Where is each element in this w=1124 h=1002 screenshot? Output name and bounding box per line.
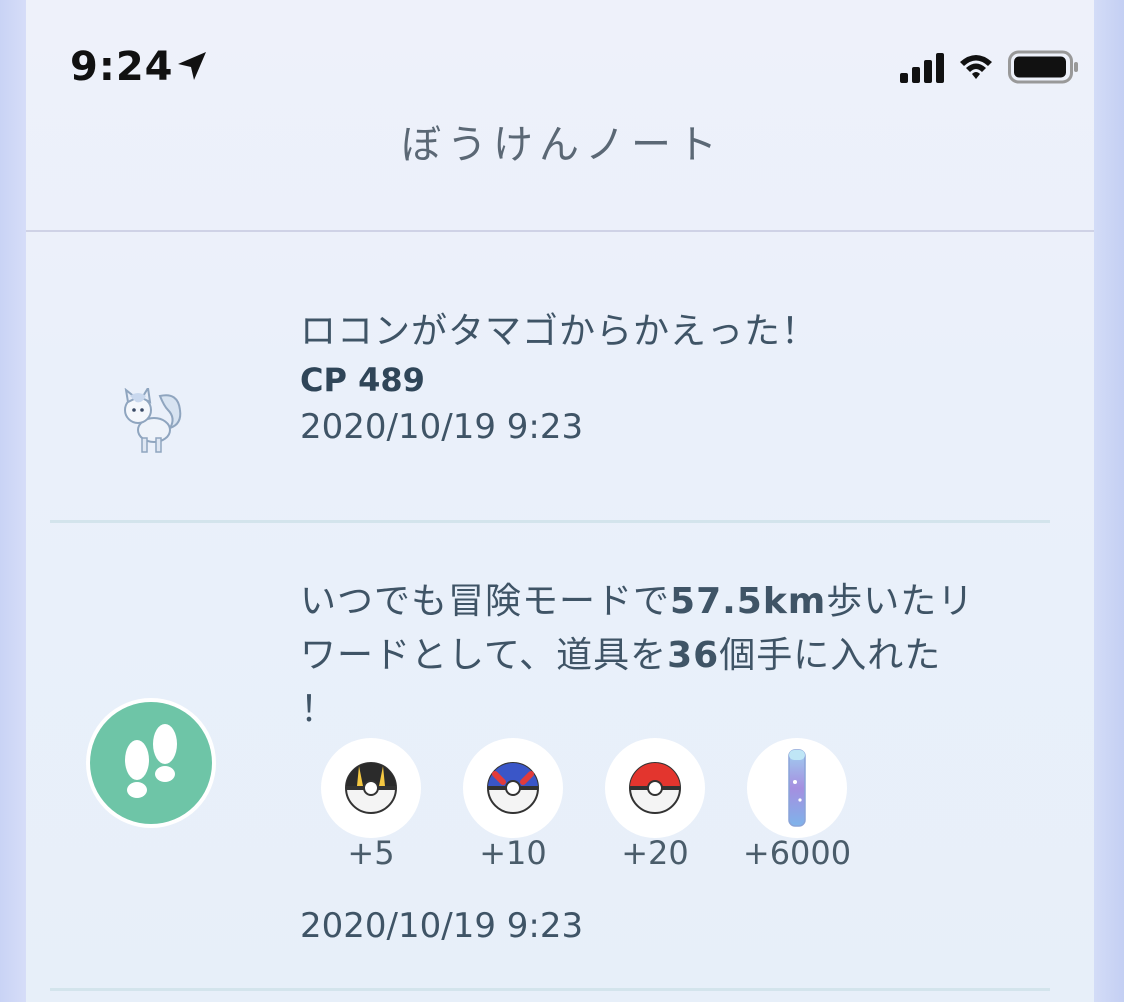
battery-icon [1008,50,1078,84]
reward-item: +10 [462,738,564,872]
headline-item-count: 36 [667,635,720,676]
entry-content: ロコンがタマゴからかえった！ CP 489 2020/10/19 9:23 [300,305,818,447]
reward-count: +6000 [742,834,852,872]
vulpix-sprite [124,388,182,453]
stardust-icon [788,749,806,827]
reward-count: +10 [479,834,547,872]
headline-text: ワードとして、道具を [300,635,668,676]
entry-divider [50,520,1050,523]
headline-distance: 57.5km [670,581,827,622]
page-title: ぼうけんノート [401,122,723,168]
status-icons [900,50,1080,84]
header-divider [26,230,1094,232]
entry-headline: ロコンがタマゴからかえった！ [300,311,819,352]
reward-items: +5 +10 +20 +6000 [320,738,852,872]
headline-text: ！ [300,689,338,730]
location-arrow-icon [178,52,206,80]
headline-text: いつでも冒険モードで [300,581,671,622]
cellular-signal-icon [900,51,944,83]
reward-item: +6000 [742,738,852,872]
wifi-icon [960,55,992,79]
poke-ball-icon [629,762,681,814]
great-ball-icon [487,762,539,814]
entry-date: 2020/10/19 9:23 [300,407,584,447]
entry-headline: いつでも冒険モードで57.5km歩いたリワードとして、道具を36個手に入れた ！ [300,575,1000,737]
status-time: 9:24 [70,44,174,90]
reward-count: +5 [347,834,395,872]
entry-content: いつでも冒険モードで57.5km歩いたリワードとして、道具を36個手に入れた ！ [300,575,1000,737]
ultra-ball-icon [345,762,397,814]
entry-date: 2020/10/19 9:23 [300,906,584,946]
footprints-badge [86,698,216,828]
reward-item: +5 [320,738,422,872]
reward-item: +20 [604,738,706,872]
footprints-icon [125,724,177,798]
entry-divider [50,988,1050,991]
headline-text: 歩いたリ [826,581,975,622]
reward-count: +20 [621,834,689,872]
headline-text: 個手に入れた [719,635,942,676]
entry-cp: CP 489 [300,361,425,399]
entry-date-row: 2020/10/19 9:23 [300,906,583,946]
